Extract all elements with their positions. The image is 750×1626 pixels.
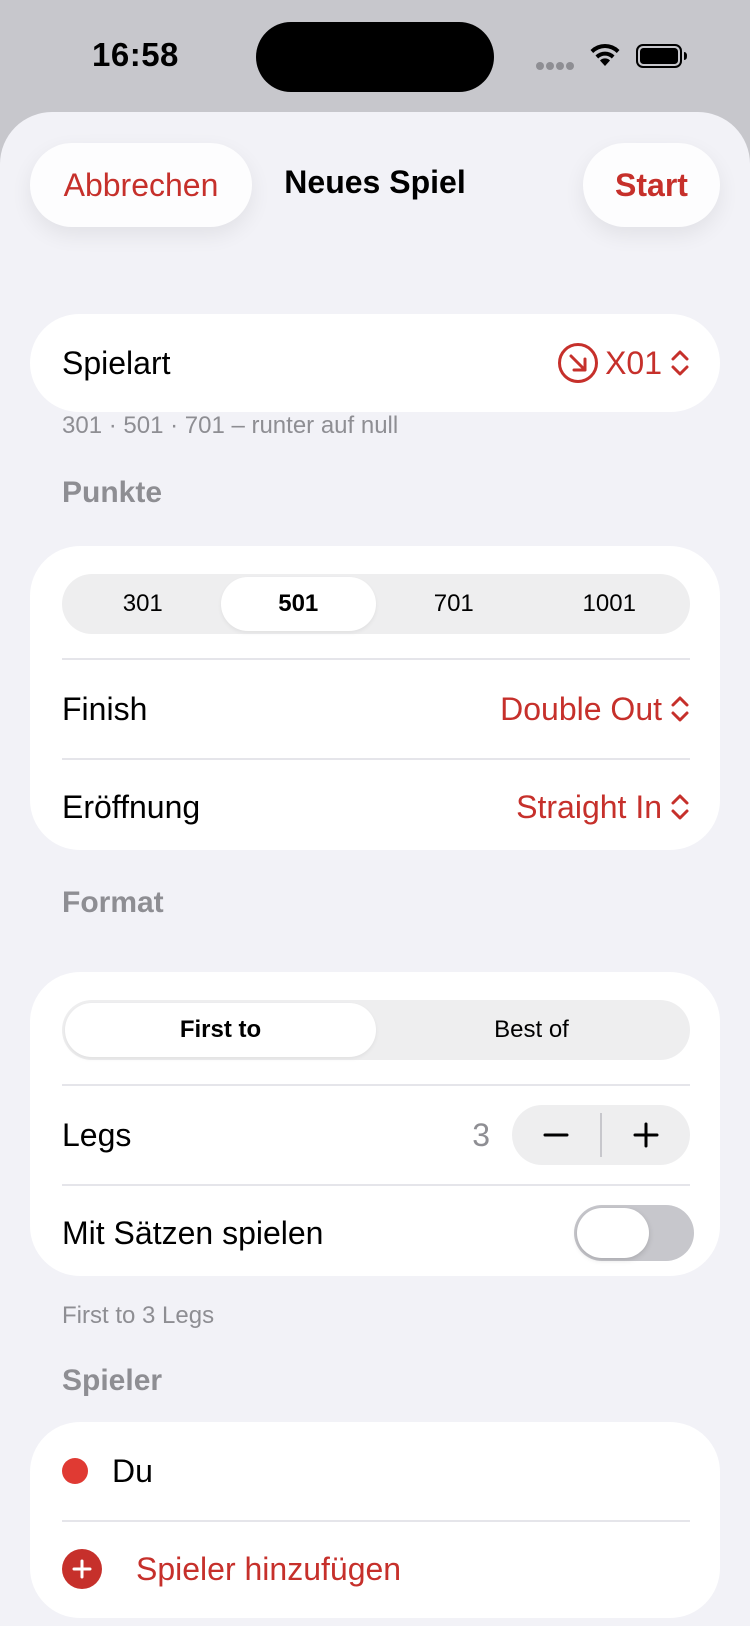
game-type-footnote: 301 · 501 · 701 – runter auf null bbox=[62, 412, 399, 439]
finish-value: Double Out bbox=[500, 690, 662, 727]
chevron-up-down-icon bbox=[671, 794, 689, 820]
game-type-value: X01 bbox=[605, 344, 662, 381]
status-bar: 16:58 bbox=[0, 0, 750, 112]
sets-label: Mit Sätzen spielen bbox=[62, 1214, 324, 1251]
add-player-label: Spieler hinzufügen bbox=[136, 1550, 402, 1587]
segment-301[interactable]: 301 bbox=[65, 577, 221, 631]
increment-button[interactable] bbox=[602, 1105, 690, 1165]
legs-stepper bbox=[512, 1105, 690, 1165]
segment-best-of[interactable]: Best of bbox=[376, 1003, 687, 1057]
points-section-header: Punkte bbox=[62, 476, 163, 509]
player-name: Du bbox=[112, 1452, 153, 1489]
sheet-title: Neues Spiel bbox=[284, 164, 466, 200]
add-player-button[interactable]: Spieler hinzufügen bbox=[62, 1520, 690, 1618]
points-segmented-control: 301 501 701 1001 bbox=[62, 574, 690, 634]
decrement-button[interactable] bbox=[512, 1105, 600, 1165]
chevron-up-down-icon bbox=[671, 350, 689, 376]
plus-icon bbox=[633, 1122, 659, 1148]
chevron-up-down-icon bbox=[671, 696, 689, 722]
minus-icon bbox=[543, 1133, 569, 1137]
segment-1001[interactable]: 1001 bbox=[532, 577, 688, 631]
opening-row[interactable]: Eröffnung Straight In bbox=[62, 758, 690, 856]
legs-label: Legs bbox=[62, 1116, 132, 1153]
opening-label: Eröffnung bbox=[62, 788, 201, 825]
segment-501[interactable]: 501 bbox=[220, 577, 376, 631]
opening-value: Straight In bbox=[516, 788, 662, 825]
sets-toggle[interactable] bbox=[574, 1205, 694, 1261]
segment-first-to[interactable]: First to bbox=[65, 1003, 376, 1057]
arrow-down-right-circle-icon bbox=[558, 343, 599, 383]
game-type-card: Spielart X01 bbox=[30, 314, 720, 412]
game-type-picker[interactable]: X01 bbox=[557, 342, 690, 384]
opening-picker[interactable]: Straight In bbox=[516, 789, 690, 826]
format-section-header: Format bbox=[62, 886, 164, 919]
legs-value: 3 bbox=[472, 1116, 490, 1153]
points-card: 301 501 701 1001 Finish Double Out Eröff… bbox=[30, 546, 720, 850]
game-type-label: Spielart bbox=[62, 344, 171, 381]
segment-701[interactable]: 701 bbox=[376, 577, 532, 631]
format-footnote: First to 3 Legs bbox=[62, 1302, 215, 1329]
player-row[interactable]: Du bbox=[62, 1422, 690, 1520]
players-card: Du Spieler hinzufügen bbox=[30, 1422, 720, 1618]
new-game-sheet: Abbrechen Neues Spiel Start Spielart X01… bbox=[0, 112, 750, 1626]
player-color-dot bbox=[62, 1458, 88, 1484]
players-section-header: Spieler bbox=[62, 1364, 163, 1397]
battery-icon bbox=[636, 44, 687, 68]
wifi-icon bbox=[590, 43, 620, 66]
toggle-knob bbox=[577, 1208, 649, 1258]
status-time: 16:58 bbox=[92, 36, 179, 73]
plus-circle-icon bbox=[62, 1549, 102, 1589]
start-button[interactable]: Start bbox=[583, 143, 720, 227]
cellular-signal-icon bbox=[536, 57, 576, 75]
dynamic-island bbox=[256, 22, 494, 92]
finish-picker[interactable]: Double Out bbox=[500, 691, 690, 728]
finish-row[interactable]: Finish Double Out bbox=[62, 660, 690, 758]
format-card: First to Best of Legs 3 Mit Sätzen spiel… bbox=[30, 972, 720, 1276]
finish-label: Finish bbox=[62, 690, 148, 727]
game-type-row[interactable]: Spielart X01 bbox=[62, 314, 690, 412]
format-segmented-control: First to Best of bbox=[62, 1000, 690, 1060]
